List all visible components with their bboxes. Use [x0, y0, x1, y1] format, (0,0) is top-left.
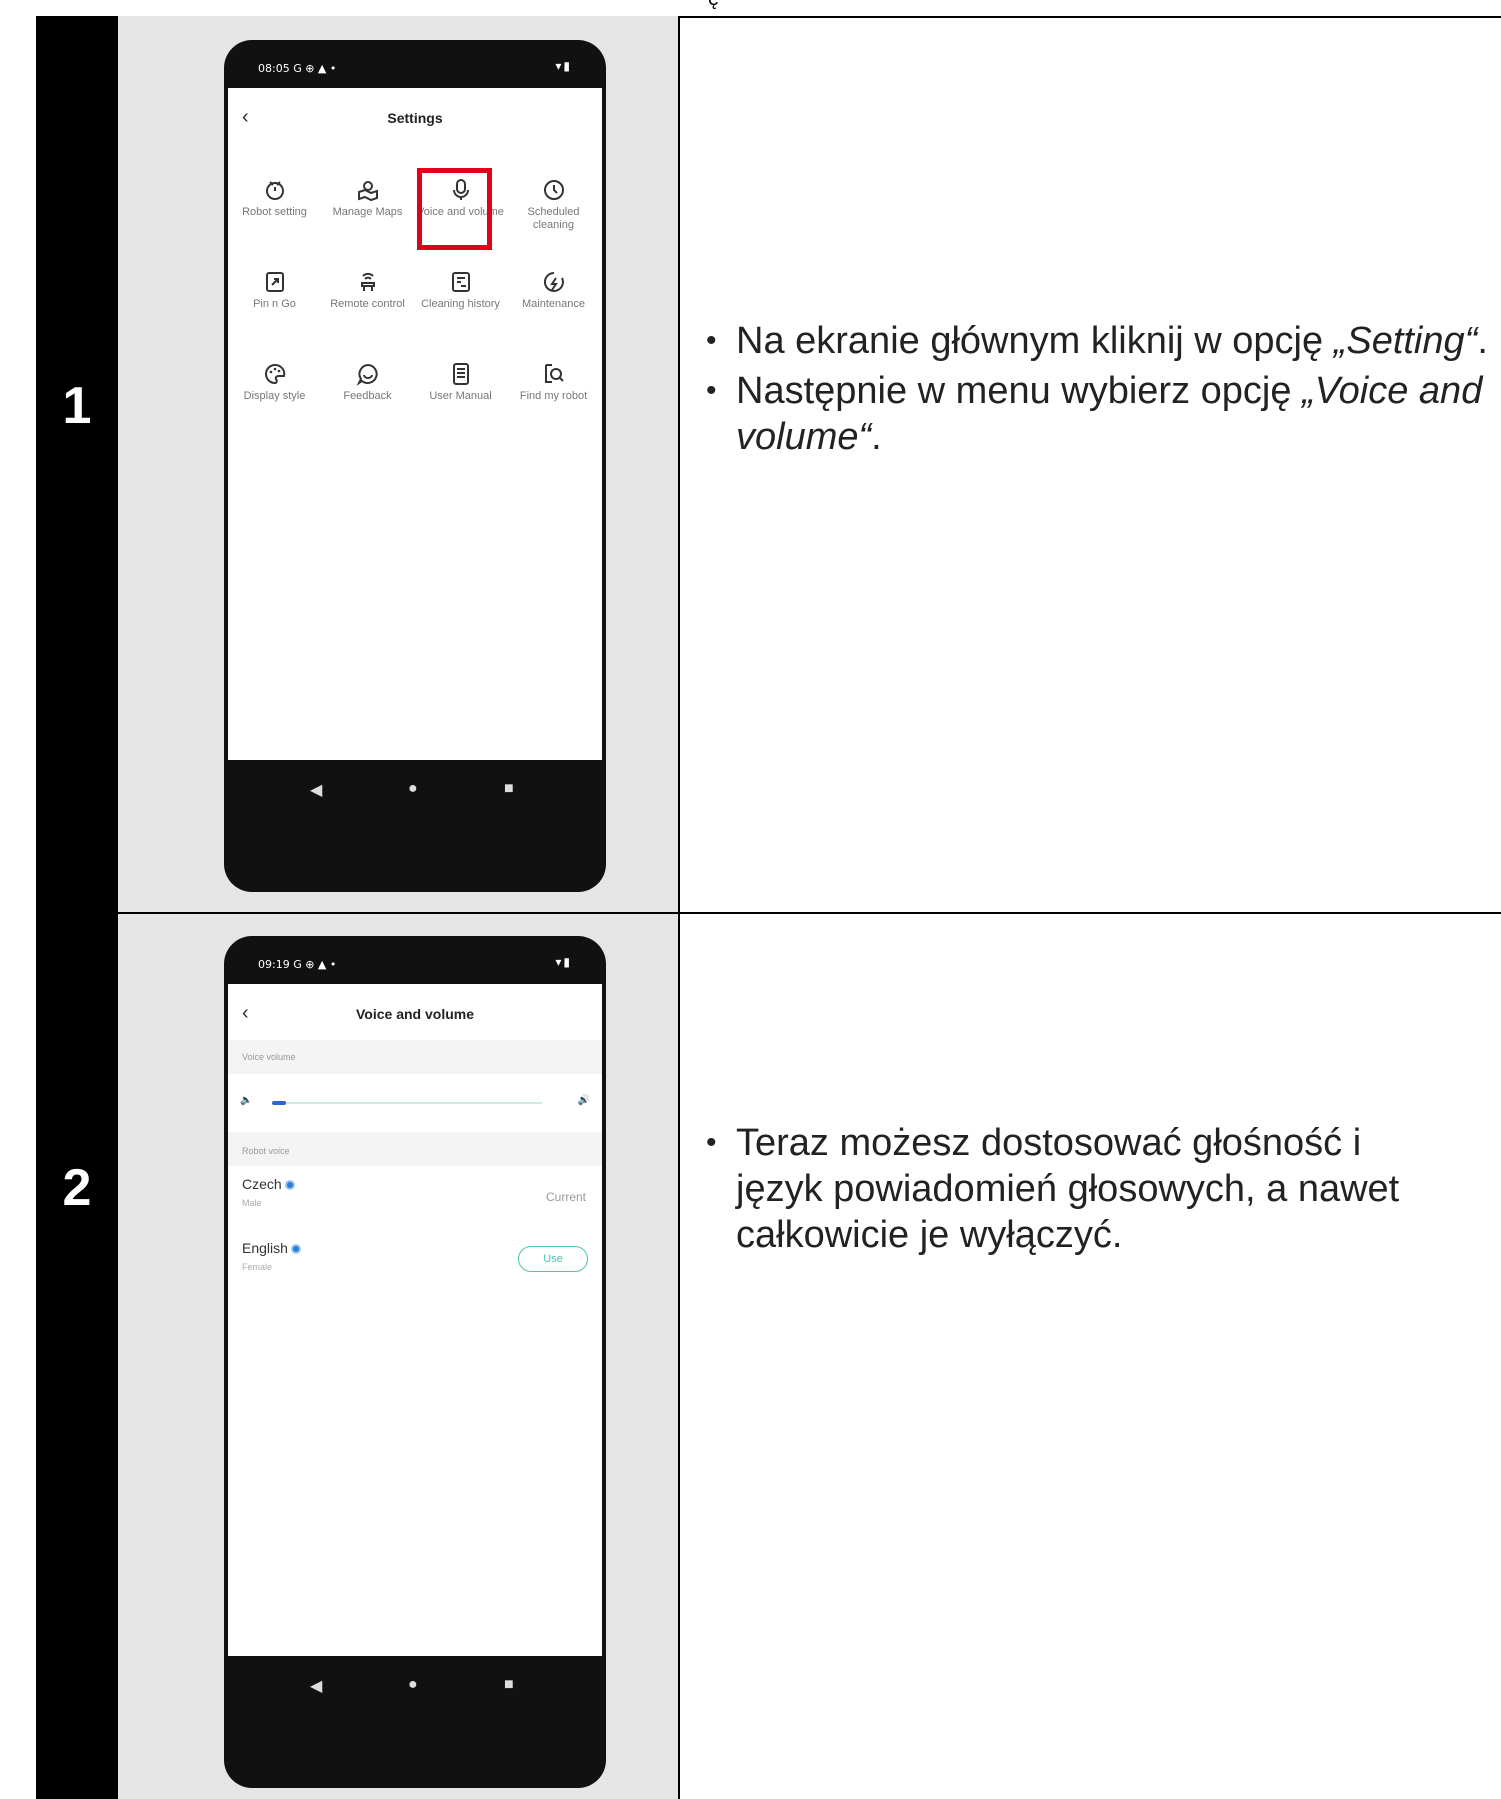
- step-number-column: 2: [36, 914, 118, 1799]
- instruction-table: ę 1 08:05 G ⊕ ▲ • ▾▮ ‹ Settings: [36, 0, 1501, 1799]
- tile-display-style[interactable]: Display style: [228, 354, 321, 442]
- volume-section-header: Voice volume: [228, 1040, 602, 1074]
- instruction-item: Teraz możesz dostosować głośność i język…: [704, 1120, 1404, 1258]
- tile-user-manual[interactable]: User Manual: [414, 354, 507, 442]
- voice-row-czech: Czech Male Current: [228, 1166, 602, 1228]
- maintenance-icon: [543, 271, 564, 292]
- tile-robot-setting[interactable]: Robot setting: [228, 170, 321, 258]
- step-number: 1: [62, 377, 92, 435]
- instruction-list: Na ekranie głównym kliknij w opcję „Sett…: [704, 318, 1501, 464]
- step-number: 2: [62, 1159, 92, 1217]
- app-header: ‹ Voice and volume: [228, 984, 602, 1044]
- screen-title: Voice and volume: [356, 1006, 474, 1022]
- find-icon: [544, 364, 564, 383]
- info-badge-icon: [284, 1180, 295, 1190]
- voice-section-header: Robot voice: [228, 1132, 602, 1166]
- instruction-item: Na ekranie głównym kliknij w opcję „Sett…: [704, 318, 1501, 364]
- map-icon: [357, 181, 378, 202]
- top-strip-text: ę: [708, 0, 719, 11]
- status-icons: ▾▮: [555, 59, 572, 73]
- manual-icon: [452, 363, 469, 385]
- status-time: 08:05 G ⊕ ▲ •: [258, 62, 337, 75]
- info-badge-icon: [290, 1244, 301, 1254]
- volume-slider-row: 🔈 🔊: [228, 1074, 602, 1132]
- app-header: ‹ Settings: [228, 88, 602, 148]
- use-button[interactable]: Use: [518, 1246, 588, 1272]
- tile-remote-control[interactable]: Remote control: [321, 262, 414, 350]
- nav-recent-icon[interactable]: ■: [504, 780, 514, 798]
- instructions-column: Teraz możesz dostosować głośność i język…: [680, 914, 1501, 1799]
- robot-icon: [265, 181, 284, 200]
- remote-icon: [360, 272, 375, 291]
- status-bar: 08:05 G ⊕ ▲ • ▾▮: [224, 40, 606, 92]
- step-row-2: 2 09:19 G ⊕ ▲ • ▾▮ ‹ Voice and volume Vo…: [36, 914, 1501, 1799]
- tile-scheduled-cleaning[interactable]: Scheduled cleaning: [507, 170, 600, 258]
- instruction-list: Teraz możesz dostosować głośność i język…: [704, 1120, 1404, 1262]
- history-icon: [451, 272, 470, 292]
- tile-manage-maps[interactable]: Manage Maps: [321, 170, 414, 258]
- status-time: 09:19 G ⊕ ▲ •: [258, 958, 337, 971]
- phone-screen: ‹ Settings Robot setting Manage Maps Voi…: [228, 88, 602, 826]
- volume-slider-fill: [272, 1101, 286, 1105]
- instructions-column: Na ekranie głównym kliknij w opcję „Sett…: [680, 16, 1501, 912]
- palette-icon: [264, 363, 285, 385]
- step-row-1: 1 08:05 G ⊕ ▲ • ▾▮ ‹ Settings Robot sett…: [36, 16, 1501, 914]
- feedback-icon: [355, 363, 378, 386]
- phone-frame: 09:19 G ⊕ ▲ • ▾▮ ‹ Voice and volume Voic…: [224, 936, 606, 1788]
- instruction-item: Następnie w menu wybierz opcję „Voice an…: [704, 368, 1501, 460]
- android-navbar: ◀ ● ■: [228, 1656, 602, 1722]
- nav-back-icon[interactable]: ◀: [310, 780, 322, 800]
- clock-icon: [543, 180, 564, 200]
- screenshot-column: 09:19 G ⊕ ▲ • ▾▮ ‹ Voice and volume Voic…: [118, 914, 680, 1799]
- tile-find-my-robot[interactable]: Find my robot: [507, 354, 600, 442]
- voice-row-english: English Female Use: [228, 1230, 602, 1292]
- nav-recent-icon[interactable]: ■: [504, 1676, 514, 1694]
- phone-screen: ‹ Voice and volume Voice volume 🔈 🔊 Robo…: [228, 984, 602, 1722]
- android-navbar: ◀ ● ■: [228, 760, 602, 826]
- step-number-column: 1: [36, 16, 118, 912]
- tile-cleaning-history[interactable]: Cleaning history: [414, 262, 507, 350]
- status-bar: 09:19 G ⊕ ▲ • ▾▮: [224, 936, 606, 988]
- nav-home-icon[interactable]: ●: [408, 1676, 418, 1694]
- tile-feedback[interactable]: Feedback: [321, 354, 414, 442]
- tile-maintenance[interactable]: Maintenance: [507, 262, 600, 350]
- screen-title: Settings: [387, 110, 443, 126]
- nav-back-icon[interactable]: ◀: [310, 1676, 322, 1696]
- pin-icon: [265, 272, 284, 292]
- nav-home-icon[interactable]: ●: [408, 780, 418, 798]
- status-icons: ▾▮: [555, 955, 572, 969]
- volume-slider[interactable]: [272, 1101, 542, 1105]
- current-label: Current: [545, 1190, 586, 1204]
- phone-frame: 08:05 G ⊕ ▲ • ▾▮ ‹ Settings Robot settin…: [224, 40, 606, 892]
- volume-low-icon: 🔈: [240, 1095, 253, 1106]
- volume-high-icon: 🔊: [577, 1095, 590, 1106]
- tile-pin-n-go[interactable]: Pin n Go: [228, 262, 321, 350]
- highlight-box: [417, 168, 492, 250]
- screenshot-column: 08:05 G ⊕ ▲ • ▾▮ ‹ Settings Robot settin…: [118, 16, 680, 912]
